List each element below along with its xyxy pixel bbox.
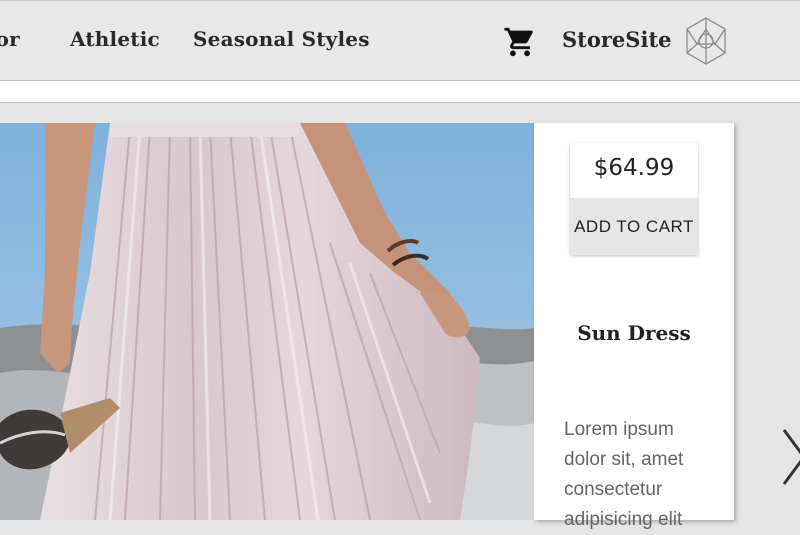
geometric-logo-icon[interactable] xyxy=(684,16,728,66)
product-image xyxy=(0,123,534,520)
nav-item-athletic[interactable]: Athletic xyxy=(70,27,160,51)
nav-item-seasonal-styles[interactable]: Seasonal Styles xyxy=(193,27,370,51)
chevron-right-icon[interactable] xyxy=(780,424,800,490)
product-title: Sun Dress xyxy=(577,321,691,345)
shopping-cart-icon[interactable] xyxy=(503,25,537,59)
product-description: Lorem ipsum dolor sit, amet consectetur … xyxy=(564,419,684,530)
top-navbar: oor Athletic Seasonal Styles StoreSite xyxy=(0,0,800,81)
search-strip[interactable] xyxy=(0,81,800,103)
product-card: $64.99 ADD TO CART Sun Dress Lorem ipsum… xyxy=(534,123,734,530)
brand-name[interactable]: StoreSite xyxy=(562,27,672,52)
nav-item-outdoor[interactable]: oor xyxy=(0,27,20,51)
add-to-cart-button[interactable]: ADD TO CART xyxy=(570,198,698,255)
product-price: $64.99 xyxy=(593,155,675,181)
price-box: $64.99 ADD TO CART xyxy=(570,143,698,255)
